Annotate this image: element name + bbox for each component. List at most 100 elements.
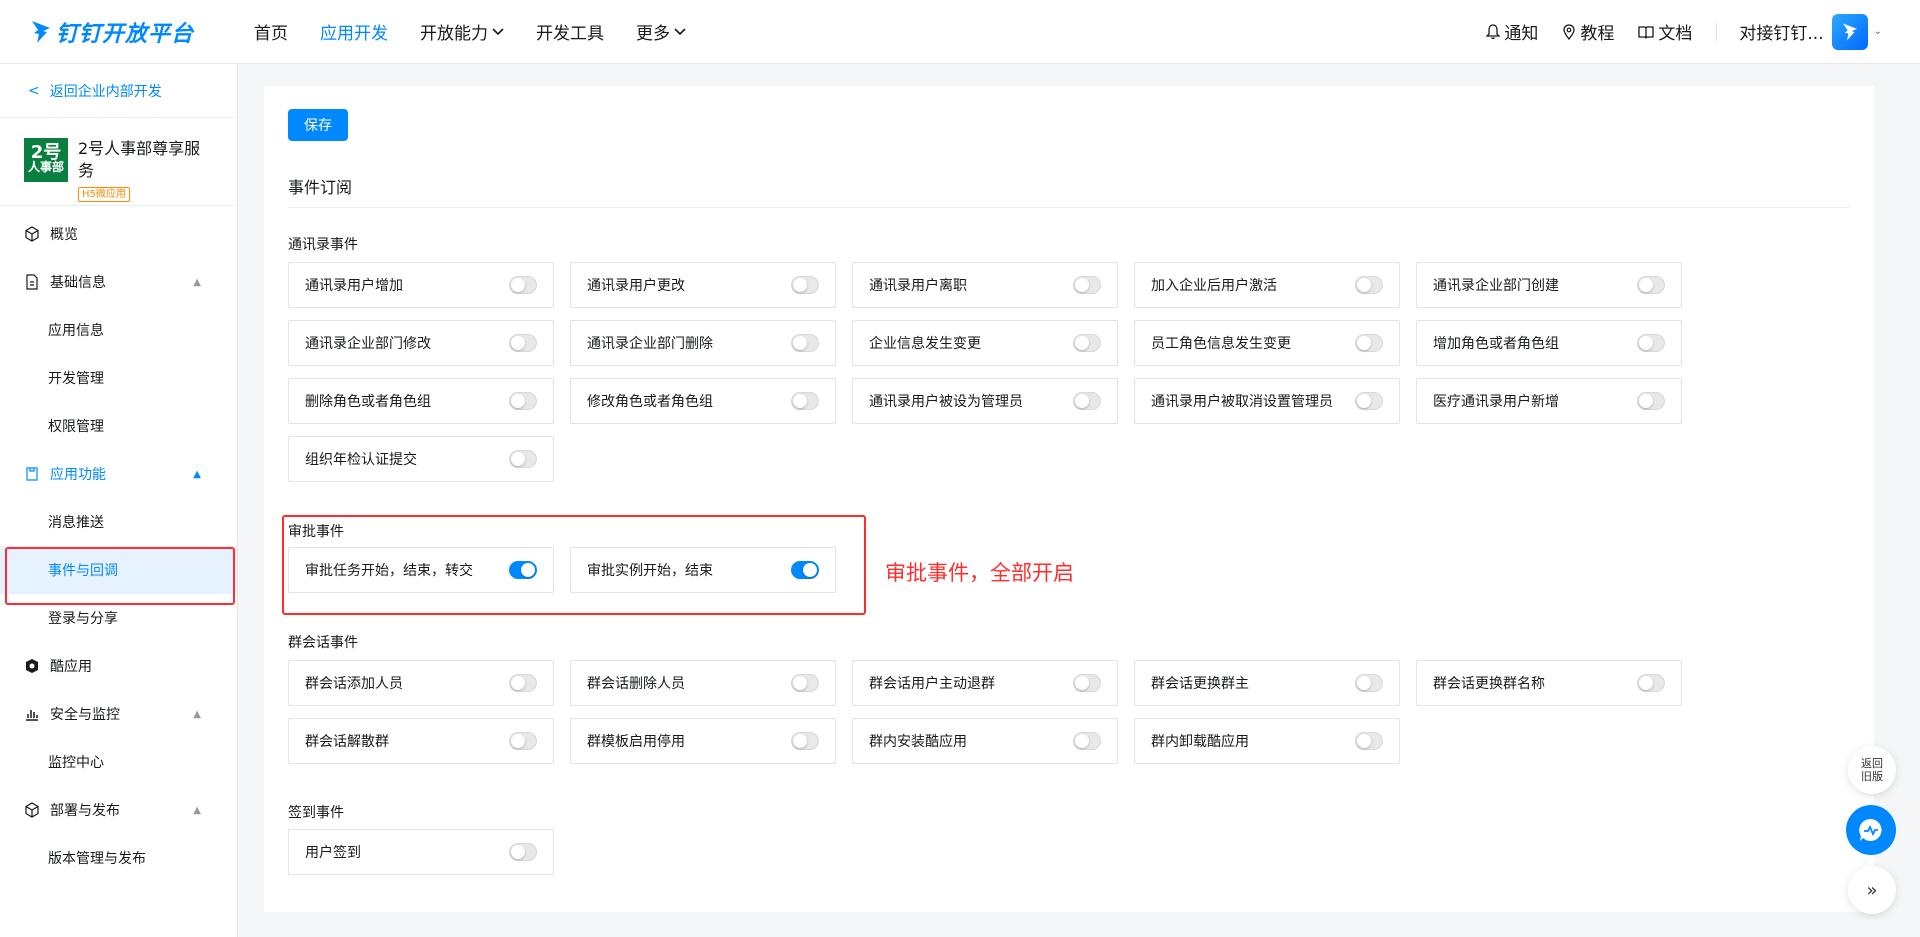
event-toggle-switch[interactable] xyxy=(509,334,537,352)
nav-app-dev[interactable]: 应用开发 xyxy=(320,19,388,44)
expand-button[interactable]: » xyxy=(1848,866,1896,914)
event-toggle-switch[interactable] xyxy=(791,732,819,750)
nav-more[interactable]: 更多 xyxy=(636,19,686,44)
event-toggle-switch[interactable] xyxy=(791,674,819,692)
cool-app-icon xyxy=(24,658,40,674)
event-card: 组织年检认证提交 xyxy=(288,436,554,482)
event-toggle-switch[interactable] xyxy=(509,674,537,692)
dingtalk-logo-icon xyxy=(1842,23,1857,40)
sidebar-item-label: 消息推送 xyxy=(48,515,104,531)
nav-open-capabilities[interactable]: 开放能力 xyxy=(420,19,504,44)
group-label-approval: 审批事件 xyxy=(288,524,344,540)
org-switcher[interactable]: 对接钉钉... ⌄ xyxy=(1739,13,1882,50)
event-label: 删除角色或者角色组 xyxy=(305,394,431,410)
sidebar-item-login-share[interactable]: 登录与分享 xyxy=(0,594,237,642)
double-chevron-right-icon: » xyxy=(1866,879,1878,901)
event-card: 通讯录用户被取消设置管理员 xyxy=(1134,378,1400,424)
sidebar-item-label: 应用功能 xyxy=(50,467,106,483)
annotation-text: 审批事件，全部开启 xyxy=(885,561,1074,585)
sidebar-item-basic-info[interactable]: 基础信息 ▲ xyxy=(0,258,237,306)
app-card: 2号 人事部 2号人事部尊享服务 H5微应用 xyxy=(0,118,237,206)
event-label: 增加角色或者角色组 xyxy=(1433,336,1559,352)
event-card: 通讯录企业部门删除 xyxy=(570,320,836,366)
event-toggle-switch[interactable] xyxy=(791,276,819,294)
event-card: 群内安装酷应用 xyxy=(852,718,1118,764)
book-icon xyxy=(1638,25,1655,39)
event-toggle-switch[interactable] xyxy=(509,561,537,579)
event-card: 通讯录企业部门创建 xyxy=(1416,262,1682,308)
sidebar-item-security-monitor[interactable]: 安全与监控 ▲ xyxy=(0,690,237,738)
event-toggle-switch[interactable] xyxy=(1355,392,1383,410)
old-version-button[interactable]: 返回旧版 xyxy=(1848,746,1896,794)
event-toggle-switch[interactable] xyxy=(509,450,537,468)
event-toggle-switch[interactable] xyxy=(1637,392,1665,410)
group-label-checkin: 签到事件 xyxy=(288,805,344,821)
event-card: 通讯录用户被设为管理员 xyxy=(852,378,1118,424)
event-toggle-switch[interactable] xyxy=(509,732,537,750)
docs-label: 文档 xyxy=(1658,24,1693,44)
docs-button[interactable]: 文档 xyxy=(1638,19,1692,44)
event-toggle-switch[interactable] xyxy=(509,392,537,410)
event-label: 群内安装酷应用 xyxy=(869,734,967,750)
sidebar-item-perm-manage[interactable]: 权限管理 xyxy=(0,402,237,450)
sidebar-item-monitor-center[interactable]: 监控中心 xyxy=(0,738,237,786)
event-toggle-switch[interactable] xyxy=(791,334,819,352)
chevron-down-icon xyxy=(674,27,686,35)
event-toggle-switch[interactable] xyxy=(1355,732,1383,750)
event-toggle-switch[interactable] xyxy=(1355,276,1383,294)
event-toggle-switch[interactable] xyxy=(1073,732,1101,750)
sidebar-item-label: 概览 xyxy=(50,227,78,243)
nav-label: 首页 xyxy=(254,24,288,44)
event-toggle-switch[interactable] xyxy=(509,276,537,294)
sidebar-item-events-callback[interactable]: 事件与回调 xyxy=(0,546,237,594)
app-meta: 2号人事部尊享服务 H5微应用 xyxy=(78,138,208,205)
event-toggle-switch[interactable] xyxy=(1073,334,1101,352)
sidebar-item-deploy-publish[interactable]: 部署与发布 ▲ xyxy=(0,786,237,834)
sidebar-item-label: 安全与监控 xyxy=(50,707,120,723)
org-avatar xyxy=(1831,13,1868,50)
event-toggle-switch[interactable] xyxy=(509,843,537,861)
event-toggle-switch[interactable] xyxy=(1073,276,1101,294)
event-label: 群内卸载酷应用 xyxy=(1151,734,1249,750)
nav-dev-tools[interactable]: 开发工具 xyxy=(536,19,604,44)
sidebar-item-message-push[interactable]: 消息推送 xyxy=(0,498,237,546)
event-label: 通讯录企业部门删除 xyxy=(587,336,713,352)
event-card: 群会话解散群 xyxy=(288,718,554,764)
sidebar-item-label: 权限管理 xyxy=(48,419,104,435)
sidebar-item-dev-manage[interactable]: 开发管理 xyxy=(0,354,237,402)
cube-icon xyxy=(24,226,40,242)
sidebar-item-cool-app[interactable]: 酷应用 xyxy=(0,642,237,690)
event-toggle-switch[interactable] xyxy=(1637,276,1665,294)
app-type-badge: H5微应用 xyxy=(78,187,130,202)
event-card: 群会话删除人员 xyxy=(570,660,836,706)
tutorial-label: 教程 xyxy=(1580,24,1615,44)
app-icon: 2号 人事部 xyxy=(24,138,68,182)
event-toggle-switch[interactable] xyxy=(1637,334,1665,352)
event-toggle-switch[interactable] xyxy=(791,561,819,579)
event-label: 群会话用户主动退群 xyxy=(869,676,995,692)
document-icon xyxy=(24,274,40,290)
help-assistant-button[interactable] xyxy=(1846,805,1896,855)
event-toggle-switch[interactable] xyxy=(1073,674,1101,692)
save-button[interactable]: 保存 xyxy=(288,109,348,141)
sidebar-item-app-features[interactable]: 应用功能 ▲ xyxy=(0,450,237,498)
event-toggle-switch[interactable] xyxy=(791,392,819,410)
back-label: 返回企业内部开发 xyxy=(49,83,162,100)
event-card: 群模板启用停用 xyxy=(570,718,836,764)
sidebar-item-app-info[interactable]: 应用信息 xyxy=(0,306,237,354)
event-toggle-switch[interactable] xyxy=(1355,334,1383,352)
sidebar-menu: 概览 基础信息 ▲ 应用信息 开发管理 权限管理 应用功能 ▲ 消息推送 事件与… xyxy=(0,206,237,882)
nav-home[interactable]: 首页 xyxy=(254,19,288,44)
event-toggle-switch[interactable] xyxy=(1073,392,1101,410)
back-link[interactable]: < 返回企业内部开发 xyxy=(0,64,237,118)
tutorial-button[interactable]: 教程 xyxy=(1562,19,1614,44)
sidebar-item-overview[interactable]: 概览 xyxy=(0,210,237,258)
old-version-label: 返回旧版 xyxy=(1861,757,1883,783)
event-label: 组织年检认证提交 xyxy=(305,452,417,468)
notify-button[interactable]: 通知 xyxy=(1486,19,1538,44)
event-toggle-switch[interactable] xyxy=(1355,674,1383,692)
sidebar-item-version-publish[interactable]: 版本管理与发布 xyxy=(0,834,237,882)
event-toggle-switch[interactable] xyxy=(1637,674,1665,692)
location-pin-icon xyxy=(1563,23,1576,40)
logo[interactable]: 钉钉开放平台 xyxy=(30,16,210,48)
